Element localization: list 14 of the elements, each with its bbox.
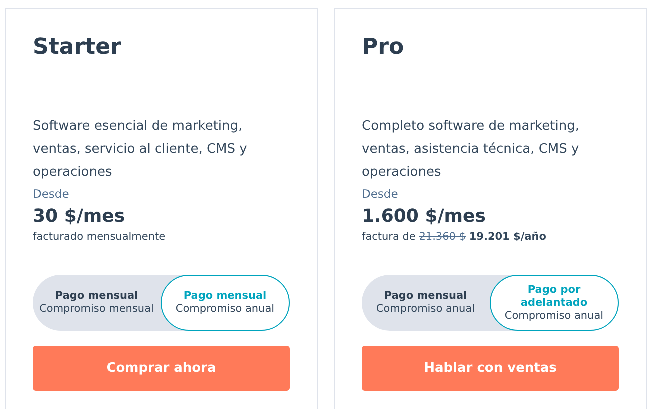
plan-name: Pro [362,34,406,62]
billing-note: factura de 21.360 $ 19.201 $/año [362,231,548,243]
plan-description: Completo software de marketing, ventas, asistencia técnica, CMS y operaciones [362,118,580,181]
plan-price: 30 $/mes [33,206,126,227]
billing-option[interactable]: Pago mensual Compromiso anual [362,275,490,331]
plan-price: 1.600 $/mes [362,206,487,227]
billing-note: facturado mensualmente [33,231,167,243]
from-label: Desde [33,187,70,201]
billing-option[interactable]: Pago mensual Compromiso anual [160,275,290,331]
plan-description: Software esencial de marketing, ventas, servicio al cliente, CMS y operaciones [33,118,248,181]
billing-option[interactable]: Pago por adelantado Compromiso anual [490,275,619,331]
billing-option[interactable]: Pago mensual Compromiso mensual [33,275,160,331]
plan-name: Starter [33,34,122,62]
from-label: Desde [362,187,400,201]
